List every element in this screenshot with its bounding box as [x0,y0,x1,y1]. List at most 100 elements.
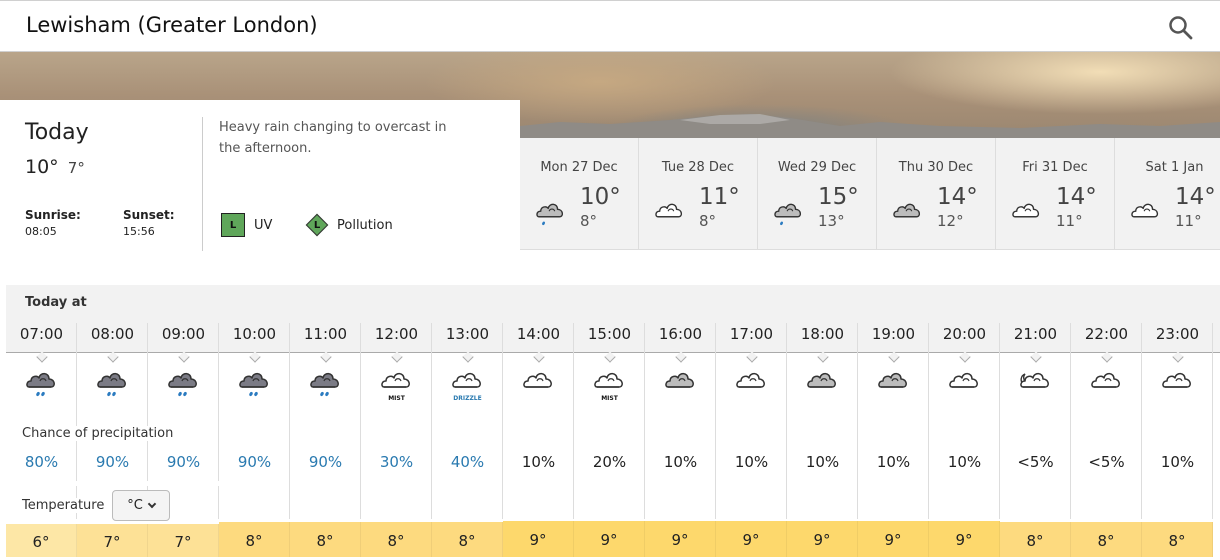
sunrise-label: Sunrise: [25,208,81,222]
hour-time: 20:00 [942,325,987,343]
day-tab[interactable]: Sat 1 Jan 14° 11° [1115,138,1220,249]
uv-indicator[interactable]: L UV [221,213,272,237]
hour-temperature: 6° [6,524,77,557]
hour-time: 15:00 [587,325,632,343]
hour-time: 21:00 [1013,325,1058,343]
day-low-temp: 8° [699,212,717,230]
hour-time: 12:00 [374,325,419,343]
hour-time: 16:00 [658,325,703,343]
hour-temperature: 8° [1142,522,1213,557]
precipitation-chance: 40% [450,453,485,471]
precipitation-chance: 20% [592,453,627,471]
pollution-level-badge: L [305,213,329,237]
hour-column[interactable]: 22:00 <5% 8° [1071,323,1142,557]
sunset-block: Sunset: 15:56 [123,208,175,238]
grey-cloud-icon [664,372,694,388]
hour-temperature: 7° [77,524,148,557]
caret-down-icon [177,351,190,363]
precipitation-chance: 90% [95,453,130,471]
mountain-image [520,114,1220,138]
temperature-label: Temperature [22,498,111,513]
pollution-indicator[interactable]: L Pollution [305,213,393,237]
partly-cloudy-night-icon [1019,372,1049,388]
hour-temperature: 9° [787,521,858,557]
hour-time: 19:00 [871,325,916,343]
hour-column[interactable]: 12:00 MIST 30% 8° [361,323,432,557]
caret-down-icon [958,351,971,363]
weather-note: MIST [601,395,618,402]
hour-temperature: 9° [858,521,929,557]
white-cloud-icon [1131,203,1159,218]
light-rain-grey-cloud-icon [536,203,564,226]
today-at-heading: Today at [25,295,87,310]
today-summary-card: Today 10° 7° Sunrise: 08:05 Sunset: 15:5… [0,100,520,251]
caret-down-icon [248,351,261,363]
white-cloud-icon [1161,372,1191,388]
uv-level-badge: L [221,213,245,237]
precipitation-chance: 80% [24,453,59,471]
uv-label: UV [254,217,273,233]
day-name: Fri 31 Dec [1022,160,1088,175]
weather-summary: Heavy rain changing to overcast in the a… [219,120,447,156]
light-rain-grey-cloud-icon [774,203,802,226]
precipitation-chance: 10% [947,453,982,471]
hour-temperature: 9° [503,521,574,557]
day-tab[interactable]: Tue 28 Dec 11° 8° [639,138,758,249]
hour-column[interactable]: 14:00 10% 9° [503,323,574,557]
sunset-label: Sunset: [123,208,175,222]
hour-time: 09:00 [161,325,206,343]
precipitation-label: Chance of precipitation [22,426,178,441]
day-low-temp: 11° [1056,212,1083,230]
hour-temperature: 8° [219,522,290,557]
hour-time: 23:00 [1155,325,1200,343]
hour-temperature: 9° [574,521,645,557]
hour-time: 11:00 [303,325,348,343]
hour-column[interactable]: 16:00 10% 9° [645,323,716,557]
caret-down-icon [319,351,332,363]
day-high-temp: 14° [937,184,978,210]
unit-value: °C [127,498,143,513]
caret-down-icon [461,351,474,363]
hour-time: 14:00 [516,325,561,343]
hour-column[interactable]: 17:00 10% 9° [716,323,787,557]
sunset-time: 15:56 [123,225,155,238]
day-name: Tue 28 Dec [661,160,735,175]
day-tab[interactable]: Thu 30 Dec 14° 12° [877,138,996,249]
hour-column[interactable]: 20:00 10% 9° [929,323,1000,557]
today-temperatures: 10° 7° [25,156,85,178]
day-high-temp: 11° [699,184,740,210]
day-tab[interactable]: Mon 27 Dec 10° 8° [520,138,639,249]
hour-column[interactable]: 18:00 10% 9° [787,323,858,557]
caret-down-icon [745,351,758,363]
temperature-unit-select[interactable]: °C [112,490,170,521]
hour-column[interactable]: 11:00 90% 8° [290,323,361,557]
day-tab[interactable]: Fri 31 Dec 14° 11° [996,138,1115,249]
today-high-temp: 10° [25,156,59,178]
hour-column[interactable]: 19:00 10% 9° [858,323,929,557]
column-separator [1212,323,1213,519]
heavy-rain-icon [309,372,339,397]
hour-column[interactable]: 15:00 MIST 20% 9° [574,323,645,557]
hour-column[interactable]: 10:00 90% 8° [219,323,290,557]
search-icon[interactable] [1168,15,1194,41]
white-cloud-icon [1090,372,1120,388]
hour-column[interactable]: 21:00 <5% 8° [1000,323,1071,557]
hourly-forecast: Today at 07:00 80% 6° 08:00 90% 7° 09:00 90% 7° 1… [6,285,1220,557]
caret-down-icon [35,351,48,363]
hour-temperature: 8° [361,522,432,557]
grey-cloud-icon [893,203,921,218]
day-tab[interactable]: Wed 29 Dec 15° 13° [758,138,877,249]
hour-time: 07:00 [19,325,64,343]
precipitation-chance: 90% [237,453,272,471]
precipitation-chance: 10% [876,453,911,471]
day-low-temp: 12° [937,212,964,230]
hour-column[interactable]: 23:00 10% 8° [1142,323,1213,557]
day-name: Wed 29 Dec [777,160,857,175]
hour-time: 10:00 [232,325,277,343]
caret-down-icon [603,351,616,363]
heavy-rain-icon [238,372,268,397]
day-low-temp: 11° [1175,212,1202,230]
hour-column[interactable]: 13:00 DRIZZLE 40% 8° [432,323,503,557]
hourly-columns: 07:00 80% 6° 08:00 90% 7° 09:00 90% 7° 10:00 90% 8°… [6,323,1213,557]
precipitation-chance: 10% [805,453,840,471]
